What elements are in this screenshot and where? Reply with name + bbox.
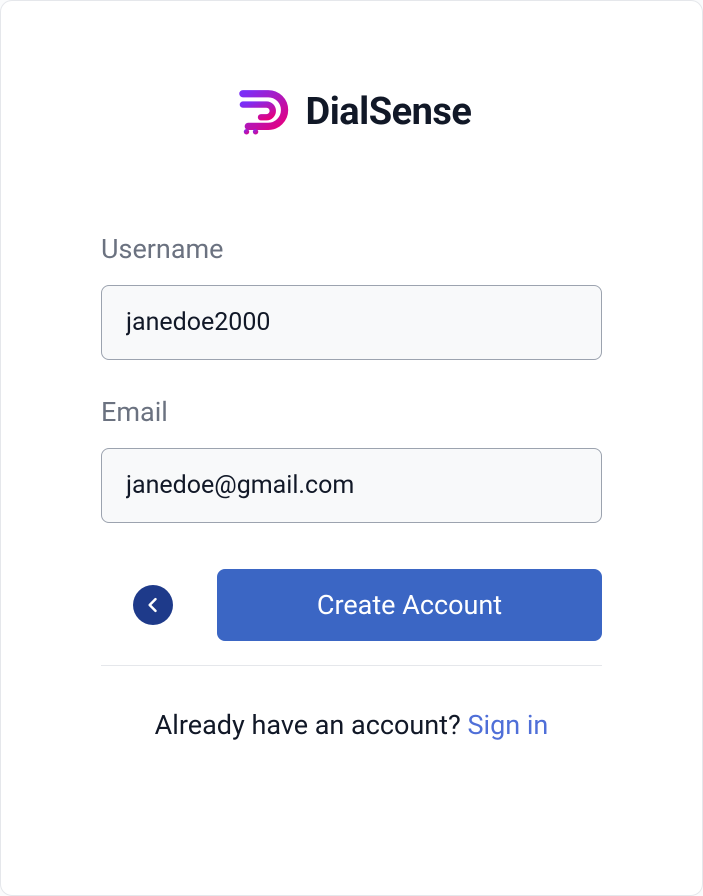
form-actions: Create Account bbox=[101, 569, 602, 666]
back-button[interactable] bbox=[133, 585, 173, 625]
email-input[interactable] bbox=[101, 448, 602, 523]
brand-name: DialSense bbox=[306, 90, 472, 134]
signup-card: DialSense Username Email Create Account … bbox=[0, 0, 703, 896]
dialsense-logo-icon bbox=[232, 81, 290, 143]
arrow-left-icon bbox=[143, 595, 163, 615]
username-field-group: Username bbox=[101, 233, 602, 360]
username-input[interactable] bbox=[101, 285, 602, 360]
username-label: Username bbox=[101, 233, 602, 265]
signin-link[interactable]: Sign in bbox=[467, 709, 548, 741]
signin-prompt: Already have an account? Sign in bbox=[101, 704, 602, 747]
create-account-button[interactable]: Create Account bbox=[217, 569, 602, 641]
email-field-group: Email bbox=[101, 396, 602, 523]
brand-header: DialSense bbox=[101, 81, 602, 143]
signin-prompt-text: Already have an account? bbox=[155, 709, 468, 741]
email-label: Email bbox=[101, 396, 602, 428]
